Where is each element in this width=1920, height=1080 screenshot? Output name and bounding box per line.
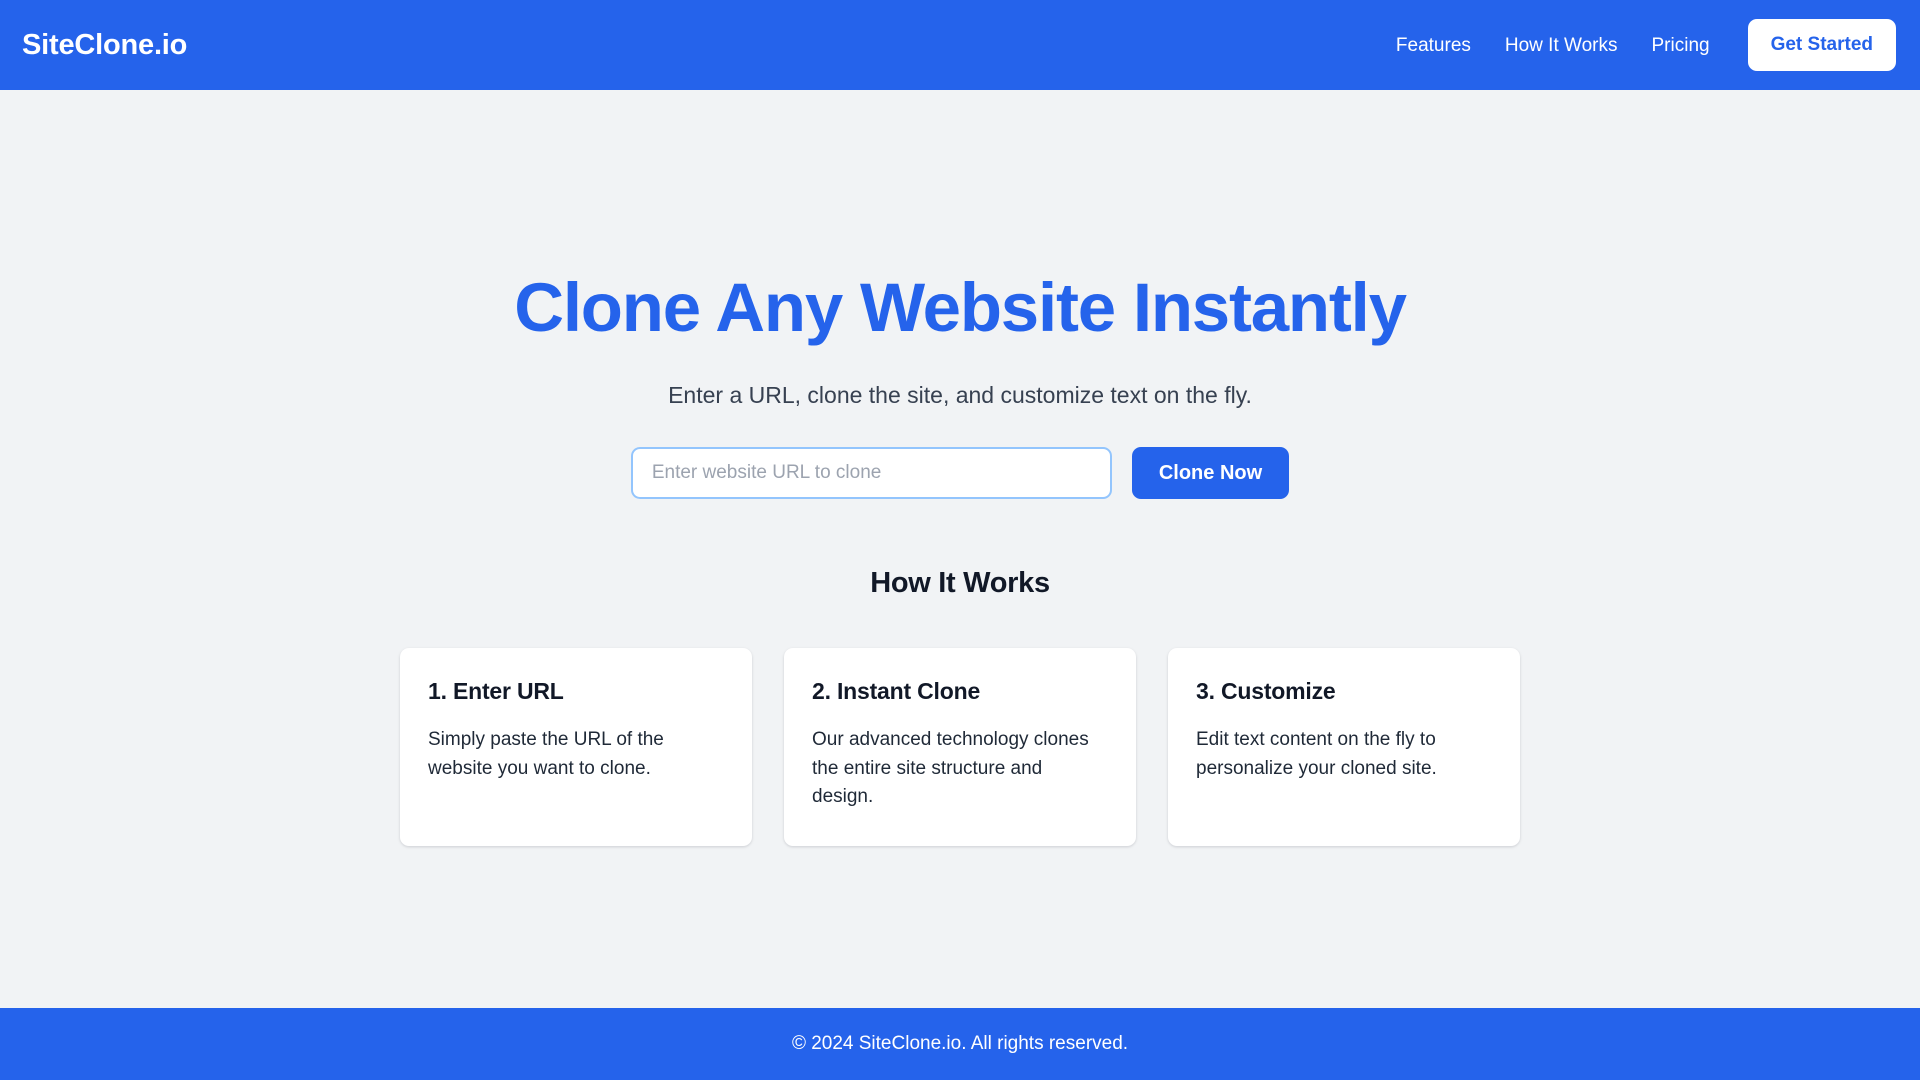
clone-now-button[interactable]: Clone Now <box>1131 447 1290 500</box>
how-it-works-section: How It Works 1. Enter URL Simply paste t… <box>400 567 1520 846</box>
step-card-enter-url: 1. Enter URL Simply paste the URL of the… <box>400 648 752 846</box>
site-header: SiteClone.io Features How It Works Prici… <box>0 0 1920 90</box>
clone-form: Clone Now <box>0 447 1920 500</box>
step-card-text: Edit text content on the fly to personal… <box>1196 729 1437 779</box>
site-footer: © 2024 SiteClone.io. All rights reserved… <box>0 1008 1920 1080</box>
step-card-title: 2. Instant Clone <box>812 678 981 705</box>
nav-link-features[interactable]: Features <box>1379 36 1488 55</box>
footer-copyright: © 2024 SiteClone.io. All rights reserved… <box>791 1033 1129 1054</box>
main-nav: Features How It Works Pricing Get Starte… <box>1379 19 1896 71</box>
step-card-title: 3. Customize <box>1196 678 1336 705</box>
get-started-button[interactable]: Get Started <box>1747 19 1896 71</box>
nav-link-how-it-works[interactable]: How It Works <box>1488 36 1635 55</box>
hero-subtitle: Enter a URL, clone the site, and customi… <box>668 382 1252 409</box>
hero-section: Clone Any Website Instantly Enter a URL,… <box>0 90 1920 500</box>
step-card-instant-clone: 2. Instant Clone Our advanced technology… <box>784 648 1136 846</box>
url-input[interactable] <box>630 447 1112 500</box>
brand-logo[interactable]: SiteClone.io <box>22 30 187 60</box>
page-title: Clone Any Website Instantly <box>514 269 1407 346</box>
step-card-text: Simply paste the URL of the website you … <box>428 729 664 779</box>
step-card-customize: 3. Customize Edit text content on the fl… <box>1168 648 1520 846</box>
how-it-works-title: How It Works <box>870 567 1050 600</box>
nav-link-pricing[interactable]: Pricing <box>1635 36 1727 55</box>
step-card-text: Our advanced technology clones the entir… <box>812 729 1089 808</box>
main-content: Clone Any Website Instantly Enter a URL,… <box>0 90 1920 1008</box>
steps-grid: 1. Enter URL Simply paste the URL of the… <box>400 648 1520 846</box>
step-card-title: 1. Enter URL <box>428 678 564 705</box>
